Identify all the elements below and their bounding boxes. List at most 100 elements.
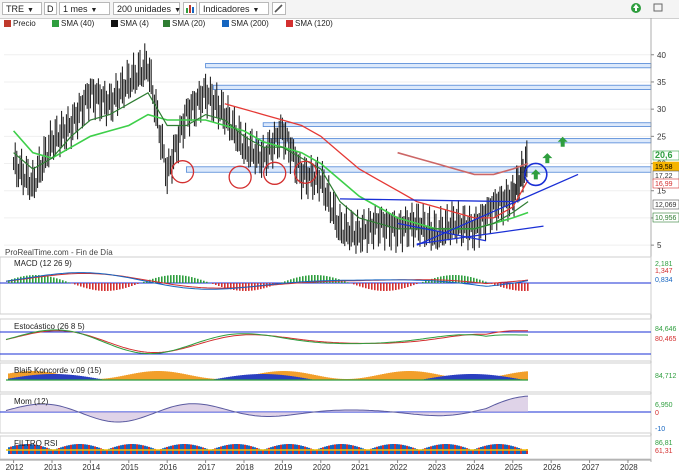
price-tag-label: 19,58 [655,164,673,171]
rsi-bar [184,444,186,454]
macd-histogram-bar [98,283,100,291]
macd-histogram-bar [344,281,346,283]
koncorde-blue-bar [238,375,240,380]
macd-histogram-bar [206,281,208,283]
koncorde-orange-bar [136,373,138,380]
koncorde-orange-bar [406,371,408,380]
koncorde-orange-bar [162,371,164,380]
macd-histogram-bar [47,276,49,283]
macd-histogram-bar [404,283,406,288]
rsi-bar [110,448,112,454]
koncorde-blue-bar [288,375,290,380]
year-label: 2015 [121,463,139,472]
koncorde-blue-bar [68,374,70,380]
koncorde-orange-bar [148,371,150,380]
macd-histogram-bar [50,276,52,283]
rsi-bar [308,447,310,454]
rsi-bar [178,444,180,454]
rsi-bar [204,448,206,454]
year-label: 2012 [6,463,24,472]
macd-histogram-bar [383,283,385,291]
macd-title: MACD (12 26 9) [14,259,72,268]
support-resistance-zones [185,63,652,173]
rsi-bar [448,444,450,454]
rsi-bar [498,444,500,454]
rsi-bar [130,444,132,454]
stoch-panel[interactable]: Estocástico (26 8 5) [0,318,652,362]
koncorde-orange-bar [160,371,162,380]
rsi-bar [344,444,346,454]
koncorde-orange-bar [378,374,380,380]
rsi-filter-panel[interactable]: FILTRO RSI [0,435,652,460]
koncorde-orange-bar [524,371,526,380]
macd-histogram-bar [407,283,409,288]
macd-histogram-bar [203,280,205,283]
koncorde-panel[interactable]: Blai5 Koncorde v.09 (15) [0,362,652,393]
macd-histogram-bar [56,278,58,283]
koncorde-blue-bar [474,374,476,380]
year-label: 2027 [582,463,600,472]
macd-histogram-bar [200,279,202,283]
zone-band [255,138,652,144]
koncorde-blue-bar [450,375,452,380]
rsi-value-label: 86,81 [655,440,673,447]
rsi-bar [78,444,80,454]
macd-histogram-bar [89,283,91,290]
koncorde-orange-bar [310,374,312,380]
year-label: 2019 [274,463,292,472]
rsi-bar [440,444,442,454]
momentum-panel[interactable]: Mom (12) [0,393,652,434]
price-tick-label: 5 [657,241,662,250]
koncorde-blue-bar [454,374,456,380]
macd-value-label: 0,834 [655,277,673,284]
macd-histogram-bar [377,283,379,291]
koncorde-blue-bar [460,374,462,380]
rsi-bar [232,444,234,454]
series-line [13,91,529,230]
price-chart[interactable]: 403530252015105 ProRealTime.com - Fin de… [0,0,679,473]
koncorde-blue-bar [480,374,482,380]
rsi-bar [446,444,448,454]
rsi-bar [286,444,288,454]
koncorde-orange-bar [372,375,374,380]
koncorde-blue-bar [272,374,274,380]
rsi-bar [230,444,232,454]
macd-histogram-bar [365,283,367,289]
rsi-bar [152,448,154,454]
koncorde-orange-bar [170,371,172,380]
rsi-bar [82,444,84,454]
low-marker-circle [263,161,287,185]
year-label: 2014 [82,463,100,472]
price-grid [4,54,651,246]
koncorde-orange-bar [522,371,524,380]
year-label: 2025 [505,463,523,472]
koncorde-blue-bar [38,374,40,380]
rsi-bar [180,444,182,454]
zone-band [185,166,652,173]
macd-histogram-bar [83,283,85,288]
stoch-value-label: 84,646 [655,326,677,333]
koncorde-blue-bar [236,375,238,380]
macd-histogram-bar [347,282,349,283]
rsi-bar [80,444,82,454]
rsi-bar [282,444,284,454]
koncorde-orange-bar [402,371,404,380]
koncorde-blue-bar [494,375,496,380]
koncorde-blue-bar [444,375,446,380]
macd-histogram-bar [65,281,67,283]
koncorde-orange-bar [400,371,402,380]
koncorde-blue-bar [490,374,492,380]
koncorde-orange-bar [150,371,152,380]
macd-value-label: 2,181 [655,261,673,268]
koncorde-blue-bar [478,374,480,380]
rsi-bar [186,444,188,454]
rsi-bar [182,444,184,454]
macd-histogram-bar [116,283,118,290]
koncorde-orange-bar [376,375,378,380]
macd-panel[interactable]: MACD (12 26 9) [0,256,652,315]
koncorde-blue-bar [268,374,270,380]
rsi-bar [478,447,480,454]
koncorde-blue-bar [36,374,38,380]
koncorde-orange-bar [390,372,392,380]
rsi-bar [346,444,348,454]
